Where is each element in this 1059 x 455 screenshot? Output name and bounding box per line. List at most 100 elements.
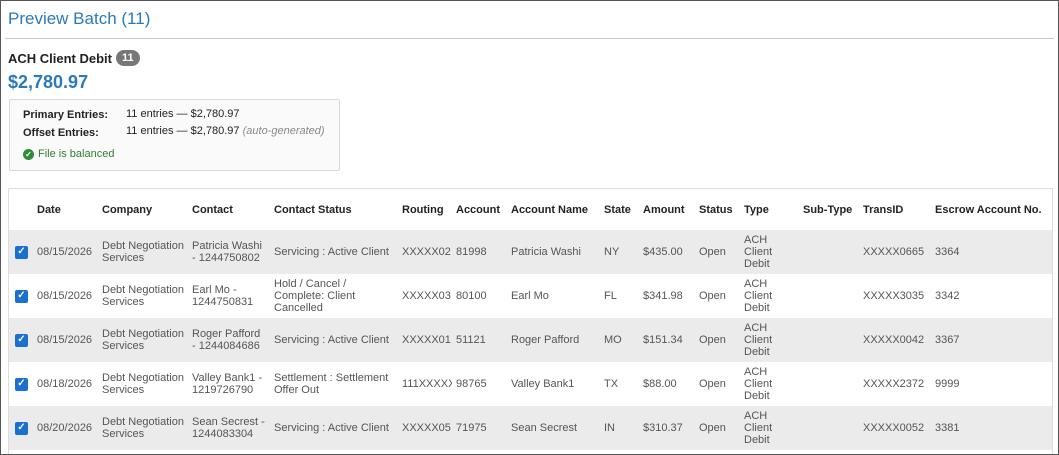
cell-account: 71975	[452, 406, 507, 450]
cell-routing: XXXXX02	[398, 230, 452, 274]
checkbox-checked-icon[interactable]: ✓	[15, 377, 28, 391]
cell-state: NY	[600, 230, 639, 274]
entries-table-container: Date Company Contact Contact Status Rout…	[8, 188, 1053, 454]
cell-subtype	[799, 362, 859, 406]
row-select-cell[interactable]: ✓	[9, 230, 33, 274]
balance-status: ✓ File is balanced	[23, 148, 114, 160]
column-header[interactable]: Type	[740, 189, 799, 230]
table-row[interactable]: ✓ 08/15/2026 Debt Negotiation Services E…	[9, 274, 1052, 318]
table-row[interactable]: ✓ 08/20/2026 Debt Negotiation Services S…	[9, 406, 1052, 450]
cell-contact-status: Hold / Cancel / Complete: Client Cancell…	[270, 274, 398, 318]
cell-state: MO	[600, 318, 639, 362]
cell-state: TX	[600, 362, 639, 406]
table-header-row: Date Company Contact Contact Status Rout…	[9, 189, 1052, 230]
column-header[interactable]: Contact	[188, 189, 270, 230]
cell-transid: XXXXX3035	[859, 274, 931, 318]
cell-account-name: Roger Pafford	[507, 318, 600, 362]
column-header[interactable]: Company	[98, 189, 188, 230]
column-header[interactable]: Date	[33, 189, 98, 230]
cell-status: Open	[695, 406, 740, 450]
batch-count-badge: 11	[116, 50, 140, 66]
cell-amount: $88.00	[639, 362, 695, 406]
checkbox-checked-icon[interactable]: ✓	[15, 421, 28, 435]
column-header-select	[9, 189, 33, 230]
cell-contact-status: Servicing : Active Client	[270, 318, 398, 362]
cell-account-name: Patricia Washi	[507, 230, 600, 274]
column-header[interactable]: State	[600, 189, 639, 230]
checkbox-checked-icon[interactable]: ✓	[15, 289, 28, 303]
cell-contact[interactable]: Earl Mo - 1244750831	[188, 274, 270, 318]
cell-account-name: Earl Mo	[507, 274, 600, 318]
cell-account: 51121	[452, 318, 507, 362]
cell-company: Debt Negotiation Services	[98, 406, 188, 450]
checkbox-checked-icon[interactable]: ✓	[15, 333, 28, 347]
cell-contact[interactable]: Sean Secrest - 1244083304	[188, 406, 270, 450]
cell-transid: XXXXX0042	[859, 318, 931, 362]
offset-entries-value: 11 entries — $2,780.97	[126, 125, 240, 137]
offset-entries-label: Offset Entries:	[23, 127, 99, 139]
cell-date: 08/20/2026	[33, 406, 98, 450]
column-header[interactable]: TransID	[859, 189, 931, 230]
cell-account: 98765	[452, 362, 507, 406]
table-row[interactable]: ✓ 08/15/2026 Debt Negotiation Services R…	[9, 318, 1052, 362]
column-header[interactable]: Routing	[398, 189, 452, 230]
cell-contact[interactable]: Patricia Washi - 1244750802	[188, 230, 270, 274]
offset-auto-note: (auto-generated)	[242, 125, 325, 137]
cell-date: 08/15/2026	[33, 318, 98, 362]
cell-contact-status: Settlement : Settlement Offer Out	[270, 362, 398, 406]
column-header[interactable]: Contact Status	[270, 189, 398, 230]
table-row[interactable]: ✓ 08/15/2026 Debt Negotiation Services P…	[9, 230, 1052, 274]
cell-date: 08/18/2026	[33, 362, 98, 406]
cell-state: IN	[600, 406, 639, 450]
column-header[interactable]: Sub-Type	[799, 189, 859, 230]
cell-account: 81998	[452, 230, 507, 274]
cell-routing: 111XXXXX	[398, 362, 452, 406]
cell-escrow: 9999	[931, 362, 1052, 406]
cell-contact-status: Servicing : Active Client	[270, 406, 398, 450]
cell-account-name: Sean Secrest	[507, 406, 600, 450]
cell-subtype	[799, 230, 859, 274]
balance-status-text: File is balanced	[38, 148, 115, 160]
table-row[interactable]: ✓ 08/18/2026 Debt Negotiation Services V…	[9, 362, 1052, 406]
batch-header: ACH Client Debit 11	[8, 50, 140, 66]
cell-amount: $151.34	[639, 318, 695, 362]
cell-contact-status: Servicing : Active Client	[270, 230, 398, 274]
cell-amount: $310.37	[639, 406, 695, 450]
checkbox-checked-icon[interactable]: ✓	[15, 245, 28, 259]
cell-status: Open	[695, 362, 740, 406]
cell-account: 80100	[452, 274, 507, 318]
cell-amount: $341.98	[639, 274, 695, 318]
row-select-cell[interactable]: ✓	[9, 274, 33, 318]
row-select-cell[interactable]: ✓	[9, 318, 33, 362]
row-select-cell[interactable]: ✓	[9, 362, 33, 406]
column-header[interactable]: Amount	[639, 189, 695, 230]
cell-company: Debt Negotiation Services	[98, 274, 188, 318]
cell-contact[interactable]: Roger Pafford - 1244084686	[188, 318, 270, 362]
cell-routing: XXXXX05	[398, 406, 452, 450]
check-circle-icon: ✓	[23, 148, 34, 160]
batch-total: $2,780.97	[8, 72, 89, 92]
cell-state: FL	[600, 274, 639, 318]
cell-escrow: 3381	[931, 406, 1052, 450]
cell-amount: $435.00	[639, 230, 695, 274]
offset-entries-value-wrap: 11 entries — $2,780.97 (auto-generated)	[126, 125, 325, 137]
column-header[interactable]: Account Name	[507, 189, 600, 230]
column-header[interactable]: Escrow Account No.	[931, 189, 1052, 230]
cell-type: ACH Client Debit	[740, 230, 799, 274]
column-header[interactable]: Account	[452, 189, 507, 230]
cell-type: ACH Client Debit	[740, 318, 799, 362]
cell-type: ACH Client Debit	[740, 362, 799, 406]
cell-company: Debt Negotiation Services	[98, 362, 188, 406]
cell-status: Open	[695, 274, 740, 318]
batch-summary-box: Primary Entries: 11 entries — $2,780.97 …	[9, 99, 340, 171]
cell-account-name: Valley Bank1	[507, 362, 600, 406]
row-select-cell[interactable]: ✓	[9, 406, 33, 450]
column-header[interactable]: Status	[695, 189, 740, 230]
cell-contact[interactable]: Valley Bank1 - 1219726790	[188, 362, 270, 406]
preview-batch-panel: Preview Batch (11) ACH Client Debit 11 $…	[0, 0, 1059, 455]
cell-subtype	[799, 406, 859, 450]
batch-name: ACH Client Debit	[8, 50, 112, 66]
cell-routing: XXXXX03	[398, 274, 452, 318]
cell-type: ACH Client Debit	[740, 274, 799, 318]
primary-entries-value: 11 entries — $2,780.97	[126, 108, 240, 120]
